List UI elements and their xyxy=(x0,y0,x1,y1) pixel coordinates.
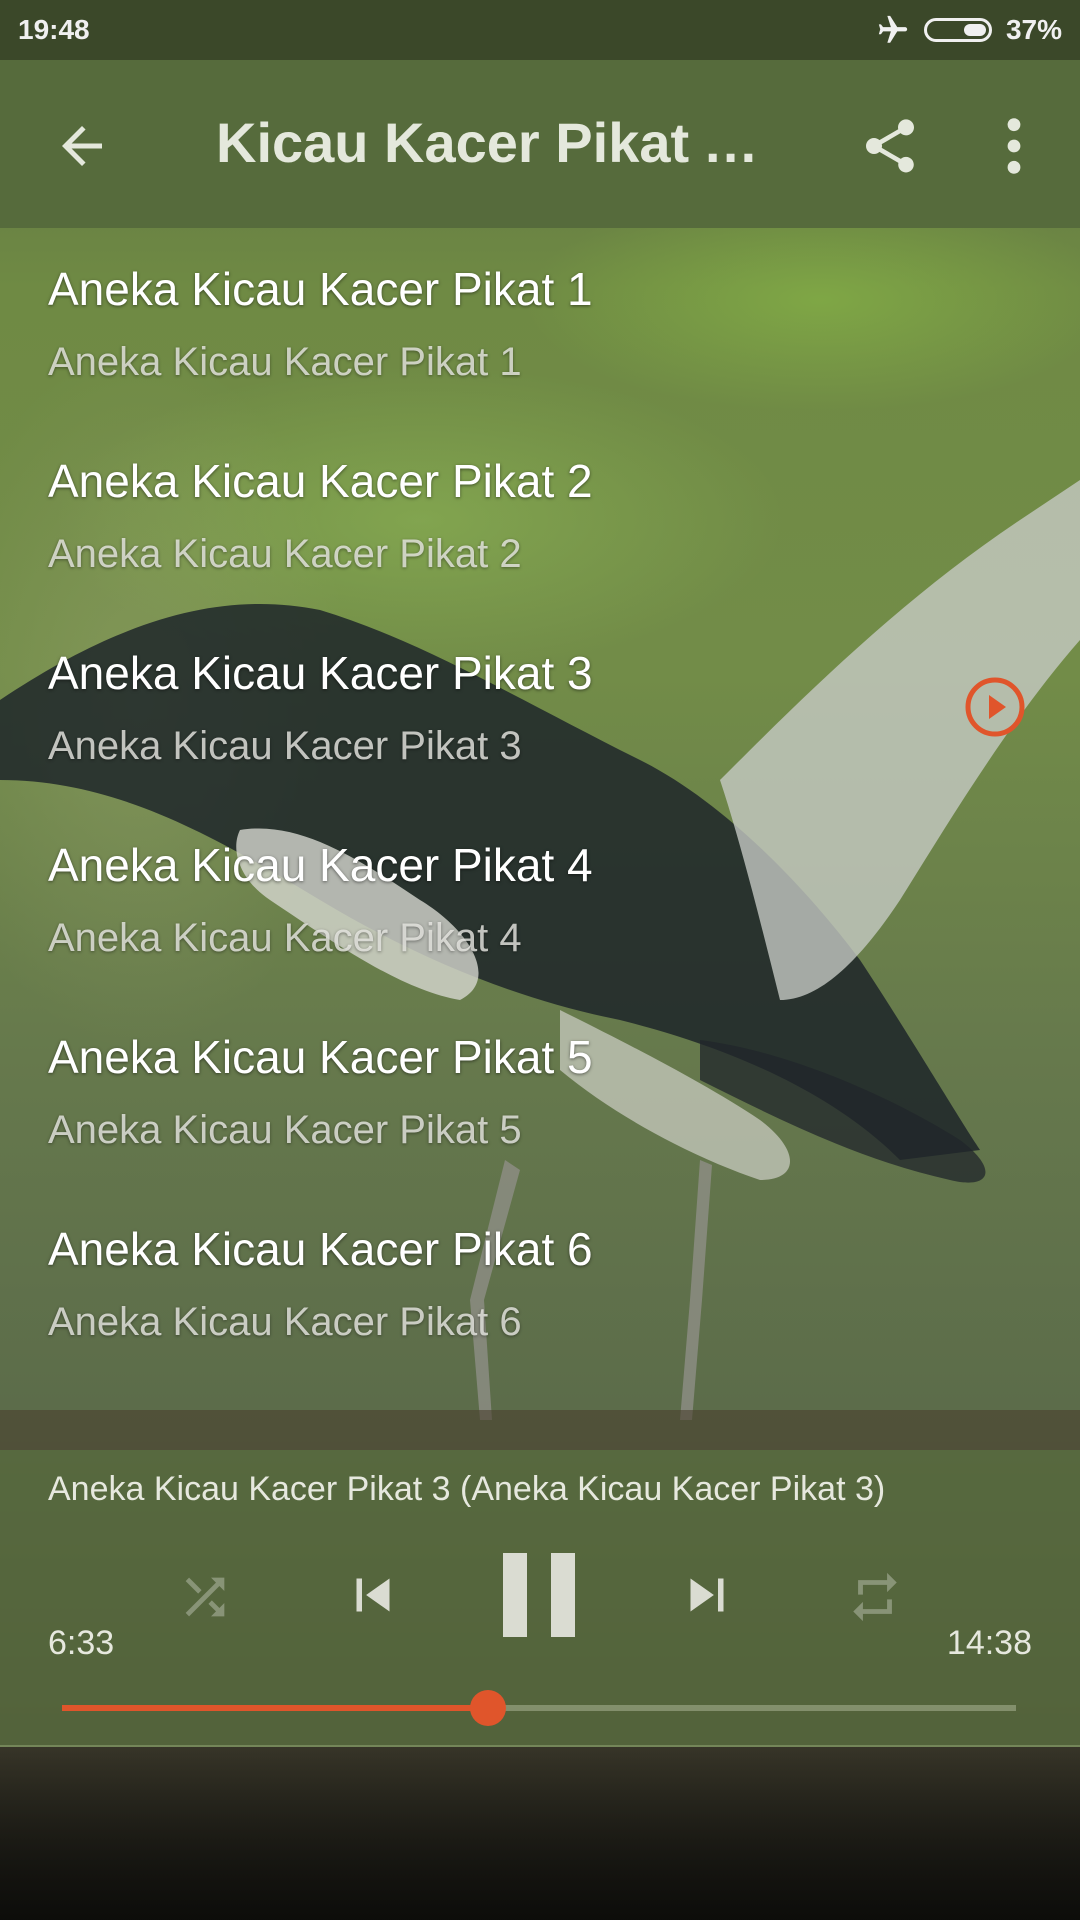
track-subtitle: Aneka Kicau Kacer Pikat 2 xyxy=(48,532,522,576)
seek-progress xyxy=(62,1705,489,1711)
track-title: Aneka Kicau Kacer Pikat 5 xyxy=(48,1031,593,1083)
status-time: 19:48 xyxy=(18,14,90,45)
track-title: Aneka Kicau Kacer Pikat 1 xyxy=(48,263,593,315)
total-duration: 14:38 xyxy=(946,1624,1032,1662)
previous-icon[interactable] xyxy=(340,1562,406,1628)
back-arrow-icon[interactable] xyxy=(52,116,112,176)
battery-percent: 37% xyxy=(1005,14,1062,45)
airplane-icon xyxy=(878,15,908,43)
track-item-2[interactable]: Aneka Kicau Kacer Pikat 2 Aneka Kicau Ka… xyxy=(0,420,1080,612)
status-icons: 37% xyxy=(876,13,1062,47)
app-bar: Kicau Kacer Pikat A… xyxy=(0,60,1080,228)
track-subtitle: Aneka Kicau Kacer Pikat 6 xyxy=(48,1300,522,1344)
track-title: Aneka Kicau Kacer Pikat 6 xyxy=(48,1223,593,1275)
battery-icon xyxy=(923,18,992,42)
more-vert-icon[interactable] xyxy=(1000,114,1028,178)
track-title: Aneka Kicau Kacer Pikat 4 xyxy=(48,839,593,891)
elapsed-time: 6:33 xyxy=(48,1624,115,1662)
repeat-icon[interactable] xyxy=(846,1568,904,1626)
now-playing-icon xyxy=(965,677,1025,737)
track-item-5[interactable]: Aneka Kicau Kacer Pikat 5 Aneka Kicau Ka… xyxy=(0,996,1080,1188)
pause-icon[interactable] xyxy=(500,1550,578,1640)
track-item-4[interactable]: Aneka Kicau Kacer Pikat 4 Aneka Kicau Ka… xyxy=(0,804,1080,996)
track-item-6[interactable]: Aneka Kicau Kacer Pikat 6 Aneka Kicau Ka… xyxy=(0,1188,1080,1380)
share-icon[interactable] xyxy=(858,114,922,178)
track-title: Aneka Kicau Kacer Pikat 3 xyxy=(48,647,593,699)
seek-thumb[interactable] xyxy=(470,1690,507,1726)
track-subtitle: Aneka Kicau Kacer Pikat 5 xyxy=(48,1108,522,1152)
track-subtitle: Aneka Kicau Kacer Pikat 1 xyxy=(48,340,522,384)
track-subtitle: Aneka Kicau Kacer Pikat 3 xyxy=(48,724,522,768)
track-item-3[interactable]: Aneka Kicau Kacer Pikat 3 Aneka Kicau Ka… xyxy=(0,612,1080,804)
track-title: Aneka Kicau Kacer Pikat 2 xyxy=(48,455,593,507)
next-icon[interactable] xyxy=(674,1562,740,1628)
shuffle-icon[interactable] xyxy=(176,1568,234,1626)
status-bar: 19:48 37% xyxy=(0,0,1080,60)
player-panel: Aneka Kicau Kacer Pikat 3 (Aneka Kicau K… xyxy=(0,1450,1080,1747)
track-list: Aneka Kicau Kacer Pikat 1 Aneka Kicau Ka… xyxy=(0,228,1080,1380)
bottom-photo-area xyxy=(0,1747,1080,1920)
now-playing-title: Aneka Kicau Kacer Pikat 3 (Aneka Kicau K… xyxy=(48,1470,886,1508)
track-subtitle: Aneka Kicau Kacer Pikat 4 xyxy=(48,916,522,960)
track-item-1[interactable]: Aneka Kicau Kacer Pikat 1 Aneka Kicau Ka… xyxy=(0,228,1080,420)
seek-bar[interactable] xyxy=(62,1690,1016,1726)
page-title: Kicau Kacer Pikat A… xyxy=(216,111,786,174)
